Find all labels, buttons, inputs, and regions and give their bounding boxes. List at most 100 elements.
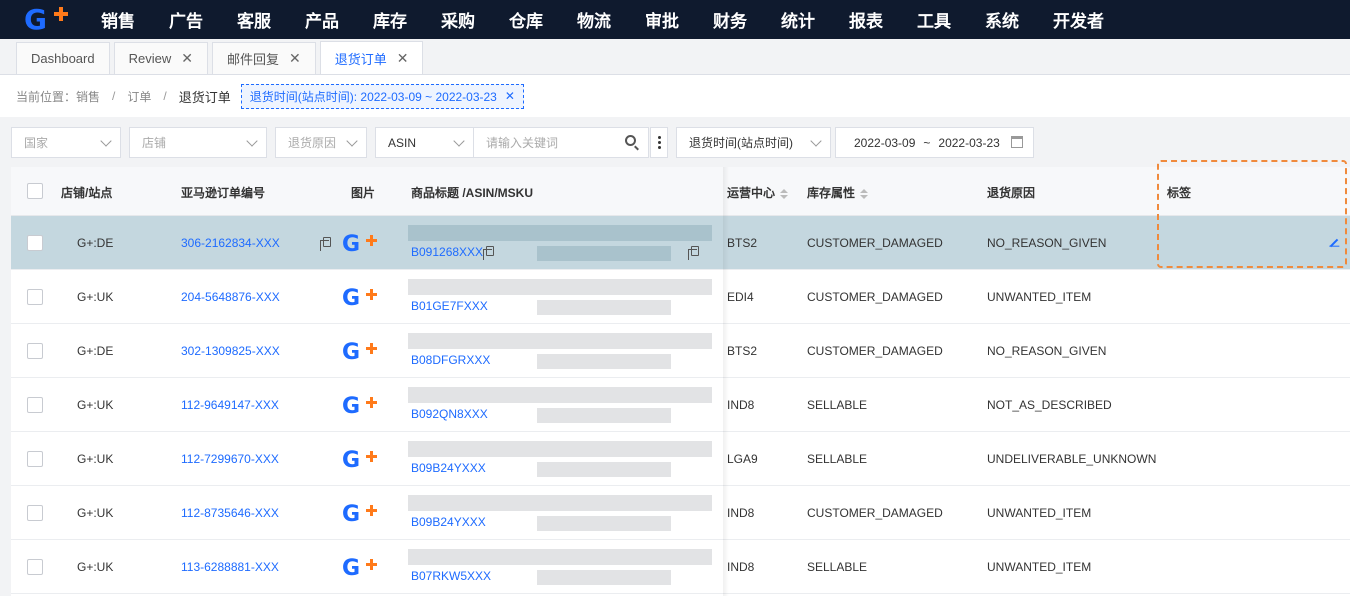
time-type-select[interactable]: 退货时间(站点时间): [676, 127, 831, 158]
row-checkbox[interactable]: [27, 451, 43, 467]
row-checkbox[interactable]: [27, 289, 43, 305]
nav-item[interactable]: 财务: [713, 7, 747, 32]
date-range-picker[interactable]: 2022-03-09 ~ 2022-03-23: [835, 127, 1034, 158]
col-inventory[interactable]: 库存属性: [807, 184, 869, 201]
nav-item[interactable]: 销售: [101, 7, 135, 32]
table-row[interactable]: G+:UK 112-9649147-XXX G B092QN8XXX IND8 SELLA…: [11, 378, 1350, 432]
brand-logo-icon[interactable]: G: [24, 5, 74, 35]
order-link[interactable]: 113-6288881-XXX: [181, 560, 279, 574]
tab-bar: Dashboard Review ✕ 邮件回复 ✕ 退货订单 ✕: [0, 39, 1350, 75]
country-select[interactable]: 国家: [11, 127, 121, 158]
order-link[interactable]: 112-9649147-XXX: [181, 398, 279, 412]
reason-cell: UNDELIVERABLE_UNKNOWN: [987, 452, 1157, 466]
nav-item[interactable]: 仓库: [509, 7, 543, 32]
nav-item[interactable]: 审批: [645, 7, 679, 32]
store-cell: G+:UK: [77, 290, 114, 304]
close-icon[interactable]: ✕: [397, 50, 409, 67]
order-link[interactable]: 306-2162834-XXX: [181, 236, 280, 250]
order-link[interactable]: 302-1309825-XXX: [181, 344, 280, 358]
product-image[interactable]: G: [342, 395, 382, 419]
fixed-column-shadow: [723, 167, 729, 596]
product-image[interactable]: G: [342, 341, 382, 365]
store-cell: G+:DE: [77, 344, 114, 358]
msku-redacted: [537, 462, 671, 477]
edit-icon[interactable]: [1329, 238, 1339, 248]
row-checkbox[interactable]: [27, 235, 43, 251]
nav-item[interactable]: 报表: [849, 7, 883, 32]
nav-item[interactable]: 开发者: [1053, 7, 1104, 32]
nav-item[interactable]: 采购: [441, 7, 475, 32]
col-title: 商品标题 /ASIN/MSKU: [411, 186, 534, 200]
reason-cell: UNWANTED_ITEM: [987, 560, 1092, 574]
fc-cell: IND8: [727, 506, 755, 520]
row-checkbox[interactable]: [27, 505, 43, 521]
date-end: 2022-03-23: [938, 135, 1000, 150]
sort-icon[interactable]: [860, 188, 869, 199]
copy-icon[interactable]: [688, 246, 699, 260]
chevron-down-icon: [246, 135, 258, 147]
search-icon[interactable]: [625, 135, 636, 146]
tab-2[interactable]: 邮件回复 ✕: [211, 42, 316, 74]
breadcrumb-separator: /: [112, 89, 116, 103]
product-image[interactable]: G: [342, 287, 382, 311]
table-row[interactable]: G+:UK 113-6288881-XXX G B07RKW5XXX IND8 SELLA…: [11, 540, 1350, 594]
table-row[interactable]: G+:UK 112-8735646-XXX G B09B24YXXX IND8 CUSTO…: [11, 486, 1350, 540]
copy-icon[interactable]: [320, 237, 331, 251]
breadcrumb-item-orders[interactable]: 订单: [127, 88, 151, 105]
asin-link[interactable]: B092QN8XXX: [411, 407, 488, 421]
close-icon[interactable]: ✕: [181, 50, 193, 67]
asin-link[interactable]: B07RKW5XXX: [411, 569, 491, 583]
order-link[interactable]: 112-8735646-XXX: [181, 506, 279, 520]
table-row[interactable]: G+:UK 204-5648876-XXX G B01GE7FXXX EDI4 CUSTO…: [11, 270, 1350, 324]
product-image[interactable]: G: [342, 233, 382, 257]
asin-link[interactable]: B09B24YXXX: [411, 461, 486, 475]
store-cell: G+:DE: [77, 236, 114, 250]
nav-item[interactable]: 产品: [305, 7, 339, 32]
nav-item[interactable]: 统计: [781, 7, 815, 32]
tab-3[interactable]: 退货订单 ✕: [319, 41, 424, 74]
search-field-select[interactable]: ASIN: [375, 127, 474, 158]
nav-item[interactable]: 库存: [373, 7, 407, 32]
nav-item[interactable]: 工具: [917, 7, 951, 32]
table-row[interactable]: G+:DE 302-1309825-XXX G B08DFGRXXX BTS2 CUSTO…: [11, 324, 1350, 378]
asin-link[interactable]: B091268XXX: [411, 245, 483, 259]
asin-link[interactable]: B08DFGRXXX: [411, 353, 490, 367]
more-options-icon[interactable]: [650, 127, 668, 158]
nav-item[interactable]: 系统: [985, 7, 1019, 32]
nav-menu: 销售 广告 客服 产品 库存 采购 仓库 物流 审批 财务 统计 报表 工具 系统 开发者: [101, 7, 1138, 32]
product-image[interactable]: G: [342, 449, 382, 473]
returns-table: 店铺/站点 亚马逊订单编号 图片 商品标题 /ASIN/MSKU 运营中心 库存…: [11, 167, 1350, 596]
tab-0[interactable]: Dashboard: [16, 42, 110, 74]
nav-item[interactable]: 物流: [577, 7, 611, 32]
tab-1[interactable]: Review ✕: [113, 42, 208, 74]
nav-item[interactable]: 客服: [237, 7, 271, 32]
sort-icon[interactable]: [780, 188, 789, 199]
nav-item[interactable]: 广告: [169, 7, 203, 32]
row-checkbox[interactable]: [27, 397, 43, 413]
copy-icon[interactable]: [483, 246, 494, 260]
table-row[interactable]: G+:DE 306-2162834-XXX G B091268XXX BTS2 CUSTO…: [11, 216, 1350, 270]
breadcrumb-item-sales[interactable]: 销售: [76, 88, 100, 105]
product-title-redacted: [408, 387, 712, 403]
store-select[interactable]: 店铺: [129, 127, 267, 158]
table-row[interactable]: G+:UK 112-7299670-XXX G B09B24YXXX LGA9 SELLA…: [11, 432, 1350, 486]
select-all-checkbox[interactable]: [27, 183, 43, 199]
close-icon[interactable]: ✕: [289, 50, 301, 67]
row-checkbox[interactable]: [27, 559, 43, 575]
col-fc[interactable]: 运营中心: [727, 184, 789, 201]
close-icon[interactable]: ✕: [505, 89, 515, 103]
store-cell: G+:UK: [77, 398, 114, 412]
return-reason-select[interactable]: 退货原因: [275, 127, 367, 158]
order-link[interactable]: 112-7299670-XXX: [181, 452, 279, 466]
order-link[interactable]: 204-5648876-XXX: [181, 290, 280, 304]
asin-link[interactable]: B01GE7FXXX: [411, 299, 488, 313]
product-image[interactable]: G: [342, 503, 382, 527]
search-input[interactable]: 请输入关键词: [473, 127, 649, 158]
asin-link[interactable]: B09B24YXXX: [411, 515, 486, 529]
active-filter-chip[interactable]: 退货时间(站点时间): 2022-03-09 ~ 2022-03-23 ✕: [240, 83, 524, 109]
row-checkbox[interactable]: [27, 343, 43, 359]
product-title-redacted: [408, 495, 712, 511]
chevron-down-icon: [810, 135, 822, 147]
product-image[interactable]: G: [342, 557, 382, 581]
col-store: 店铺/站点: [61, 186, 113, 200]
